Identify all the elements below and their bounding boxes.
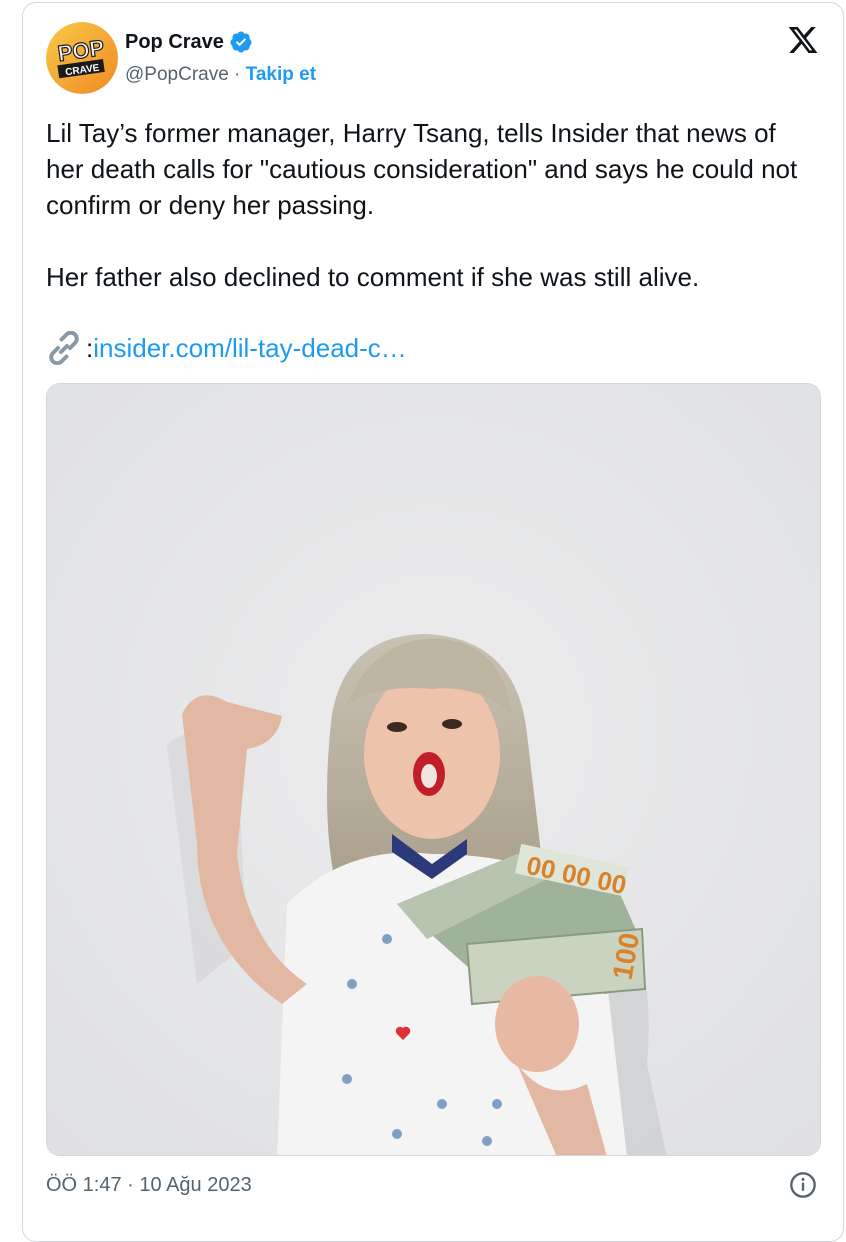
tweet-timestamp[interactable]: ÖÖ 1:47 · 10 Ağu 2023: [46, 1174, 252, 1197]
x-logo-icon[interactable]: [786, 24, 820, 56]
separator: ·: [228, 64, 246, 85]
tweet-link-row: : insider.com/lil-tay-dead-c…: [46, 330, 407, 366]
pop-crave-logo: POP CRAVE: [46, 22, 118, 94]
photo-illustration: 100 00 00 00: [47, 384, 820, 1155]
verified-badge-icon: [230, 31, 252, 53]
avatar[interactable]: POP CRAVE: [46, 22, 118, 94]
display-name[interactable]: Pop Crave: [125, 31, 224, 54]
tweet-photo[interactable]: 100 00 00 00: [46, 383, 821, 1156]
link-prefix: :: [86, 333, 94, 363]
tweet-text-paragraph-2: Her father also declined to comment if s…: [46, 262, 700, 292]
author-name-row: Pop Crave: [125, 30, 253, 54]
info-icon[interactable]: [789, 1171, 817, 1199]
tweet-text-paragraph-1: Lil Tay’s former manager, Harry Tsang, t…: [46, 118, 805, 220]
author-handle-row: @PopCrave · Takip et: [125, 64, 316, 86]
handle[interactable]: @PopCrave: [125, 64, 229, 85]
follow-button[interactable]: Takip et: [246, 64, 316, 85]
article-link[interactable]: insider.com/lil-tay-dead-c…: [93, 330, 407, 366]
link-icon: [49, 331, 79, 365]
